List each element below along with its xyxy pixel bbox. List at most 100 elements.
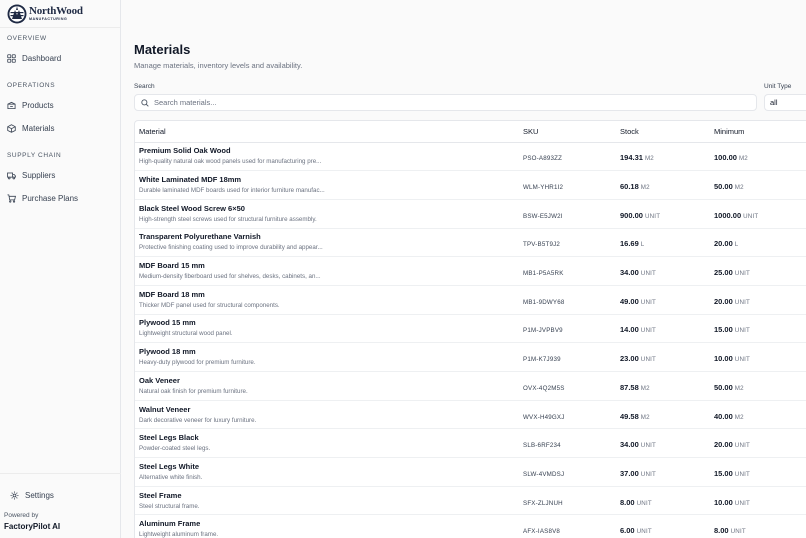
table-row[interactable]: Plywood 15 mm Lightweight structural wood… [135,314,806,343]
powered-by-brand[interactable]: FactoryPilot AI [4,522,60,531]
stock-value: 6.00 [620,526,635,536]
minimum-unit: UNIT [734,442,751,450]
sidebar-item-dashboard[interactable]: Dashboard [0,49,121,67]
stock-cell: 14.00 UNIT [620,314,714,343]
unit-type-select[interactable]: all [764,94,806,111]
column-header-material[interactable]: Material [135,121,523,143]
table-row[interactable]: Walnut Veneer Dark decorative veneer for … [135,400,806,429]
material-cell: Oak Veneer Natural oak finish for premium… [135,372,523,401]
sidebar-item-materials[interactable]: Materials [0,119,121,137]
sku-value: PSO-A893ZZ [523,155,563,163]
table-row[interactable]: Plywood 18 mm Heavy-duty plywood for prem… [135,343,806,372]
sidebar-item-purchase-plans[interactable]: Purchase Plans [0,189,121,207]
sku-cell: P1M-K7J939 [523,343,620,372]
material-name[interactable]: Transparent Polyurethane Varnish [139,232,523,242]
material-name[interactable]: White Laminated MDF 18mm [139,175,523,185]
minimum-value: 15.00 [714,468,733,478]
material-cell: Transparent Polyurethane Varnish Protecti… [135,228,523,257]
search-icon [141,98,149,107]
minimum-cell: 8.00 UNIT [714,515,806,538]
material-name[interactable]: Steel Legs Black [139,433,523,443]
nav-section-overview: OVERVIEW Dashboard [0,34,121,67]
material-name[interactable]: Steel Frame [139,491,523,501]
sidebar-item-label: Settings [25,490,54,500]
material-description: Protective finishing coating used to imp… [139,244,323,252]
minimum-unit: M2 [734,184,744,192]
sku-cell: TPV-B5T9J2 [523,228,620,257]
table-row[interactable]: Steel Legs White Alternative white finish… [135,458,806,487]
minimum-cell: 20.00 UNIT [714,429,806,458]
sidebar-item-suppliers[interactable]: Suppliers [0,166,121,184]
minimum-cell: 15.00 UNIT [714,314,806,343]
sku-cell: WLM-YHR1I2 [523,171,620,200]
material-cell: Plywood 18 mm Heavy-duty plywood for prem… [135,343,523,372]
sidebar-item-products[interactable]: Products [0,96,121,114]
stock-value: 34.00 [620,440,639,450]
stock-unit: UNIT [640,470,657,478]
material-name[interactable]: Walnut Veneer [139,405,523,415]
material-description: High-quality natural oak wood panels use… [139,158,322,166]
column-header-stock[interactable]: Stock [620,121,714,143]
minimum-value: 25.00 [714,268,733,278]
minimum-value: 100.00 [714,153,737,163]
minimum-cell: 10.00 UNIT [714,486,806,515]
nav-heading: SUPPLY CHAIN [7,152,62,159]
material-name[interactable]: MDF Board 15 mm [139,261,523,271]
table-row[interactable]: Aluminum Frame Lightweight aluminum frame… [135,515,806,538]
stock-unit: UNIT [644,212,661,220]
column-header-sku[interactable]: SKU [523,121,620,143]
sku-cell: MB1-9DWY68 [523,285,620,314]
sku-cell: SLW-4VMDSJ [523,458,620,487]
page-subtitle: Manage materials, inventory levels and a… [134,61,303,70]
table-row[interactable]: MDF Board 18 mm Thicker MDF panel used fo… [135,285,806,315]
material-cell: MDF Board 18 mm Thicker MDF panel used fo… [135,285,523,314]
material-description: Lightweight aluminum frame. [139,531,219,538]
material-name[interactable]: Plywood 18 mm [139,347,523,357]
table-row[interactable]: Steel Frame Steel structural frame. SFX-ZL… [135,486,806,515]
table-row[interactable]: Black Steel Wood Screw 6×50 High-strength… [135,199,806,229]
stock-value: 37.00 [620,468,639,478]
sidebar-item-label: Materials [22,123,55,133]
material-description: Medium-density fiberboard used for shelv… [139,273,321,281]
stock-unit: UNIT [636,499,652,507]
table-row[interactable]: White Laminated MDF 18mm Durable laminate… [135,171,806,200]
stock-unit: M2 [644,155,654,163]
material-name[interactable]: Steel Legs White [139,462,523,472]
material-name[interactable]: Black Steel Wood Screw 6×50 [139,204,523,214]
table-row[interactable]: Transparent Polyurethane Varnish Protecti… [135,228,806,257]
minimum-cell: 20.00 L [714,228,806,257]
sku-value: OVX-4Q2M5S [523,384,565,392]
table-row[interactable]: MDF Board 15 mm Medium-density fiberboard… [135,257,806,286]
column-header-minimum[interactable]: Minimum [714,121,806,143]
sidebar-item-settings[interactable]: Settings [0,486,121,504]
material-cell: Walnut Veneer Dark decorative veneer for … [135,400,523,429]
sku-value: P1M-JVPBV9 [523,327,563,335]
sku-cell: BSW-E5JW2I [523,199,620,228]
nav-heading: OPERATIONS [7,82,56,89]
sku-value: MB1-9DWY68 [523,298,565,306]
minimum-value: 8.00 [714,526,729,536]
search-label: Search [134,83,155,90]
minimum-cell: 1000.00 UNIT [714,199,806,228]
material-cell: Steel Legs Black Powder-coated steel legs… [135,429,523,458]
minimum-cell: 50.00 M2 [714,372,806,401]
search-input[interactable] [154,98,734,107]
material-name[interactable]: Plywood 15 mm [139,318,523,328]
main-content: Materials Manage materials, inventory le… [121,0,806,538]
table-row[interactable]: Premium Solid Oak Wood High-quality natur… [135,142,806,171]
minimum-cell: 50.00 M2 [714,171,806,200]
minimum-unit: UNIT [734,356,751,364]
stock-unit: UNIT [640,356,657,364]
minimum-cell: 20.00 UNIT [714,285,806,314]
material-name[interactable]: Premium Solid Oak Wood [139,146,523,156]
stock-value: 8.00 [620,497,635,507]
material-name[interactable]: Aluminum Frame [139,519,523,529]
table-row[interactable]: Steel Legs Black Powder-coated steel legs… [135,429,806,458]
table-row[interactable]: Oak Veneer Natural oak finish for premium… [135,372,806,401]
material-name[interactable]: Oak Veneer [139,376,523,386]
gear-icon [10,491,19,500]
search-box[interactable] [134,94,757,111]
material-name[interactable]: MDF Board 18 mm [139,290,523,300]
logo[interactable]: NorthWood MANUFACTURING [0,0,120,28]
minimum-value: 10.00 [714,354,733,364]
